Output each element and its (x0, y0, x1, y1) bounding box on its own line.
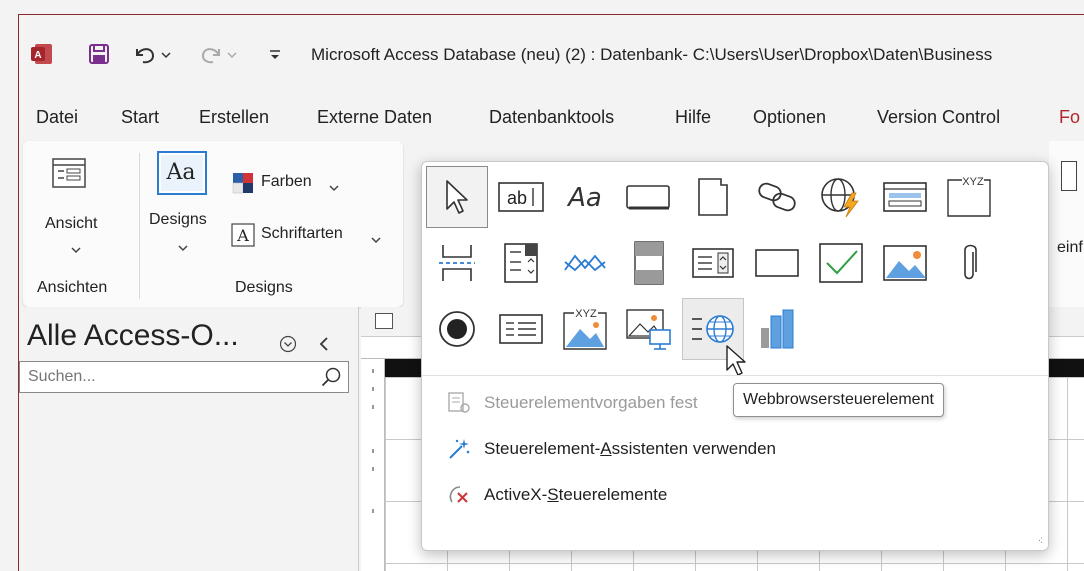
select-pointer-control[interactable] (426, 166, 488, 228)
undo-icon[interactable] (131, 41, 173, 67)
magic-wand-icon (444, 436, 474, 462)
group-label-ansichten: Ansichten (37, 279, 108, 296)
search-box (19, 361, 349, 393)
unbound-object-frame-control[interactable] (618, 298, 680, 360)
access-window: A Microsoft Access Database (neu) (2): … (18, 14, 1084, 571)
attachment-control[interactable] (938, 232, 1000, 294)
control-wizards-label: Steuerelement-Assistenten verwenden (484, 439, 777, 458)
rectangle-control[interactable] (746, 232, 808, 294)
tab-externe-daten[interactable]: Externe Daten (317, 107, 432, 128)
label-control[interactable]: Aa (554, 166, 616, 228)
image-control[interactable] (874, 232, 936, 294)
textbox-control[interactable]: ab (490, 166, 552, 228)
window-title: Microsoft Access Database (neu) (2) : Da… (311, 45, 993, 64)
farben-button[interactable]: Farben (261, 173, 312, 191)
option-group-control[interactable]: XYZ (938, 166, 1000, 228)
option-button-control[interactable] (426, 298, 488, 360)
chart-line-control[interactable] (554, 232, 616, 294)
tab-erstellen[interactable]: Erstellen (199, 107, 269, 128)
svg-text:A: A (236, 226, 249, 245)
nav-pane-title[interactable]: Alle Access-O... (27, 319, 239, 353)
nav-dropdown-icon[interactable] (279, 335, 297, 358)
fonts-icon: A (231, 223, 255, 252)
collapse-pane-icon[interactable] (317, 335, 331, 358)
tab-control[interactable] (682, 166, 744, 228)
title-bar: A Microsoft Access Database (neu) (2): … (19, 15, 1084, 95)
search-input[interactable] (28, 367, 308, 387)
customize-quick-access-icon[interactable] (265, 41, 285, 67)
control-defaults-label: Steuerelementvorgaben fest (484, 393, 698, 412)
designs-button[interactable]: Designs (149, 211, 207, 229)
chevron-down-icon[interactable] (71, 241, 81, 259)
ansicht-button[interactable]: Ansicht (45, 215, 97, 233)
page-break-control[interactable] (426, 232, 488, 294)
bound-object-frame-control[interactable]: XYZ (554, 298, 616, 360)
button-control[interactable] (618, 166, 680, 228)
tab-datei[interactable]: Datei (36, 107, 78, 128)
gallery-separator (422, 375, 1048, 376)
access-logo-icon: A (27, 41, 57, 67)
insert-image-icon (1061, 161, 1077, 191)
save-icon[interactable] (85, 41, 113, 67)
menu-bar: Datei Start Erstellen Externe Daten Date… (19, 101, 1084, 135)
designs-icon: Aa (157, 151, 207, 200)
vertical-ruler (361, 359, 385, 571)
subform-control[interactable] (618, 232, 680, 294)
navigation-control[interactable] (874, 166, 936, 228)
tab-optionen[interactable]: Optionen (753, 107, 826, 128)
form-tab-icon (375, 313, 393, 329)
hyperlink-control[interactable] (746, 166, 808, 228)
menu-item-control-wizards[interactable]: Steuerelement-Assistenten verwenden (444, 434, 776, 464)
svg-text:Aa: Aa (165, 160, 195, 185)
group-label-designs: Designs (235, 279, 293, 296)
schriftarten-button[interactable]: Schriftarten (261, 225, 343, 243)
resize-grip-icon[interactable]: ·: (1038, 535, 1043, 546)
chevron-down-icon[interactable] (329, 179, 339, 197)
svg-text:ab: ab (507, 188, 527, 208)
web-browser-lightning-icon[interactable] (810, 166, 872, 228)
menu-item-control-defaults[interactable]: Steuerelementvorgaben fest (444, 388, 698, 418)
svg-text:A: A (34, 50, 41, 61)
tab-formularentwurf[interactable]: Fo (1059, 107, 1080, 128)
navigation-pane: Alle Access-O... (19, 307, 359, 571)
group-separator (139, 153, 140, 299)
tab-start[interactable]: Start (121, 107, 159, 128)
mouse-cursor-icon (724, 344, 750, 383)
form-view-icon (51, 157, 87, 194)
activex-label: ActiveX-Steuerelemente (484, 485, 668, 504)
einfuegen-button[interactable]: einf (1057, 239, 1083, 257)
tab-hilfe[interactable]: Hilfe (675, 107, 711, 128)
controls-gallery: ab Aa XYZ XYZ Steuerelementvorgaben fest… (421, 161, 1049, 551)
tooltip: Webbrowsersteuerelement (733, 383, 944, 417)
toggle-button-control[interactable] (490, 298, 552, 360)
tab-version-control[interactable]: Version Control (877, 107, 1000, 128)
checkbox-control[interactable] (810, 232, 872, 294)
svg-text:XYZ: XYZ (962, 176, 984, 188)
ribbon: Ansicht Ansichten Aa Designs Farben A Sc… (23, 141, 403, 307)
combo-box-control[interactable] (490, 232, 552, 294)
chart-bar-control[interactable] (746, 298, 808, 360)
menu-item-activex-controls[interactable]: ActiveX-Steuerelemente (444, 480, 667, 510)
svg-text:XYZ: XYZ (575, 308, 597, 320)
tab-datenbanktools[interactable]: Datenbanktools (489, 107, 614, 128)
svg-text:Aa: Aa (566, 183, 602, 213)
redo-icon[interactable] (197, 41, 239, 67)
chevron-down-icon[interactable] (371, 231, 381, 249)
chevron-down-icon[interactable] (178, 239, 188, 257)
ribbon-right-part: einf (1049, 141, 1084, 307)
search-icon[interactable] (320, 366, 342, 393)
control-defaults-icon (444, 390, 474, 416)
colors-icon (231, 171, 255, 200)
list-box-control[interactable] (682, 232, 744, 294)
activex-icon (444, 482, 474, 508)
